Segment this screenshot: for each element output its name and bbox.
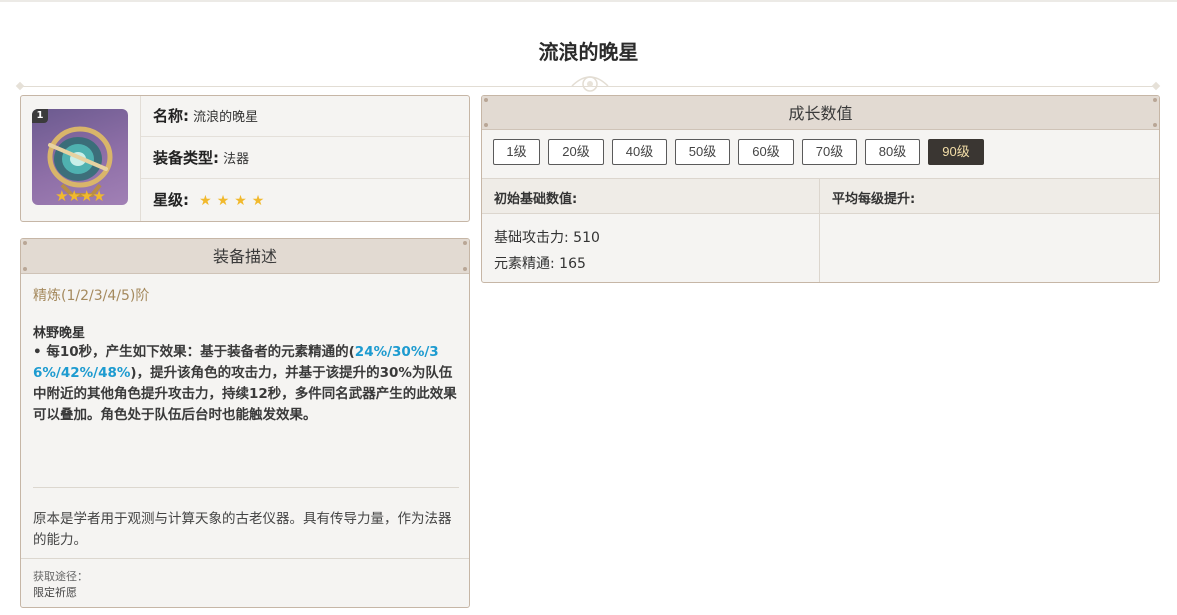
growth-header-label: 成长数值 xyxy=(788,104,853,123)
weapon-name-row: 名称: 流浪的晚星 xyxy=(141,96,469,137)
level-button-70[interactable]: 70级 xyxy=(802,139,857,165)
thumbnail-star-rating: ★★★★ xyxy=(55,187,106,205)
base-stats-header: 初始基础数值: xyxy=(494,192,578,207)
level-button-80[interactable]: 80级 xyxy=(865,139,920,165)
corner-ornament xyxy=(23,241,27,245)
weapon-rarity-row: 星级: ★★★★ xyxy=(141,180,469,221)
description-header: 装备描述 xyxy=(21,239,469,274)
source-value: 限定祈愿 xyxy=(33,586,77,599)
top-border xyxy=(0,0,1177,2)
level-button-20[interactable]: 20级 xyxy=(548,139,604,165)
avg-growth-header: 平均每级提升: xyxy=(832,192,916,207)
weapon-type-value: 法器 xyxy=(223,152,250,167)
refinement-title: 精炼(1/2/3/4/5)阶 xyxy=(33,288,150,304)
corner-ornament xyxy=(23,267,27,271)
corner-ornament xyxy=(1153,98,1157,102)
weapon-lore: 原本是学者用于观测与计算天象的古老仪器。具有传导力量，作为法器的能力。 xyxy=(33,511,452,548)
refinement-badge: 1 xyxy=(32,109,48,123)
weapon-name-value: 流浪的晚星 xyxy=(193,110,259,125)
stats-column-separator xyxy=(819,178,820,282)
corner-ornament xyxy=(484,98,488,102)
corner-ornament xyxy=(1153,123,1157,127)
weapon-thumbnail: 1 ★★★★ xyxy=(32,109,128,205)
weapon-type-row: 装备类型: 法器 xyxy=(141,138,469,179)
description-header-label: 装备描述 xyxy=(212,247,277,266)
stat-elemental-mastery: 元素精通: 165 xyxy=(494,256,586,272)
divider-right-ornament xyxy=(1151,81,1161,91)
description-separator xyxy=(33,487,459,488)
page-title: 流浪的晚星 xyxy=(538,40,639,64)
source-label: 获取途径： xyxy=(33,570,88,583)
weapon-thumbnail-cell: 1 ★★★★ xyxy=(21,96,141,221)
divider-left-ornament xyxy=(15,81,25,91)
stats-header-row: 初始基础数值: 平均每级提升: xyxy=(482,178,1159,214)
corner-ornament xyxy=(463,267,467,271)
weapon-type-label: 装备类型: xyxy=(153,149,219,167)
weapon-rarity-stars: ★★★★ xyxy=(199,193,270,209)
level-button-90-active[interactable]: 90级 xyxy=(928,139,984,165)
growth-header: 成长数值 xyxy=(482,96,1159,130)
level-button-40[interactable]: 40级 xyxy=(612,139,667,165)
effect-name: 林野晚星 xyxy=(33,326,86,341)
effect-text: • 每10秒，产生如下效果：基于装备者的元素精通的(24%/30%/36%/42… xyxy=(33,342,459,426)
effect-text-prefix: • 每10秒，产生如下效果：基于装备者的元素精通的( xyxy=(33,344,355,360)
stat-base-attack: 基础攻击力: 510 xyxy=(494,230,600,246)
equipment-description-panel: 装备描述 精炼(1/2/3/4/5)阶 林野晚星 • 每10秒，产生如下效果：基… xyxy=(20,238,470,608)
corner-ornament xyxy=(484,123,488,127)
level-selector: 1级 20级 40级 50级 60级 70级 80级 90级 xyxy=(493,139,992,165)
weapon-info-card: 1 ★★★★ 名称: 流浪的晚星 装备类型: 法器 星级: ★★★★ xyxy=(20,95,470,222)
level-button-50[interactable]: 50级 xyxy=(675,139,730,165)
weapon-name-label: 名称: xyxy=(153,107,189,125)
source-separator xyxy=(21,558,469,559)
level-button-1[interactable]: 1级 xyxy=(493,139,540,165)
divider-center-ornament-icon xyxy=(571,76,609,92)
corner-ornament xyxy=(463,241,467,245)
weapon-rarity-label: 星级: xyxy=(153,191,189,209)
level-button-60[interactable]: 60级 xyxy=(738,139,794,165)
growth-values-panel: 成长数值 1级 20级 40级 50级 60级 70级 80级 90级 初始基础… xyxy=(481,95,1160,283)
